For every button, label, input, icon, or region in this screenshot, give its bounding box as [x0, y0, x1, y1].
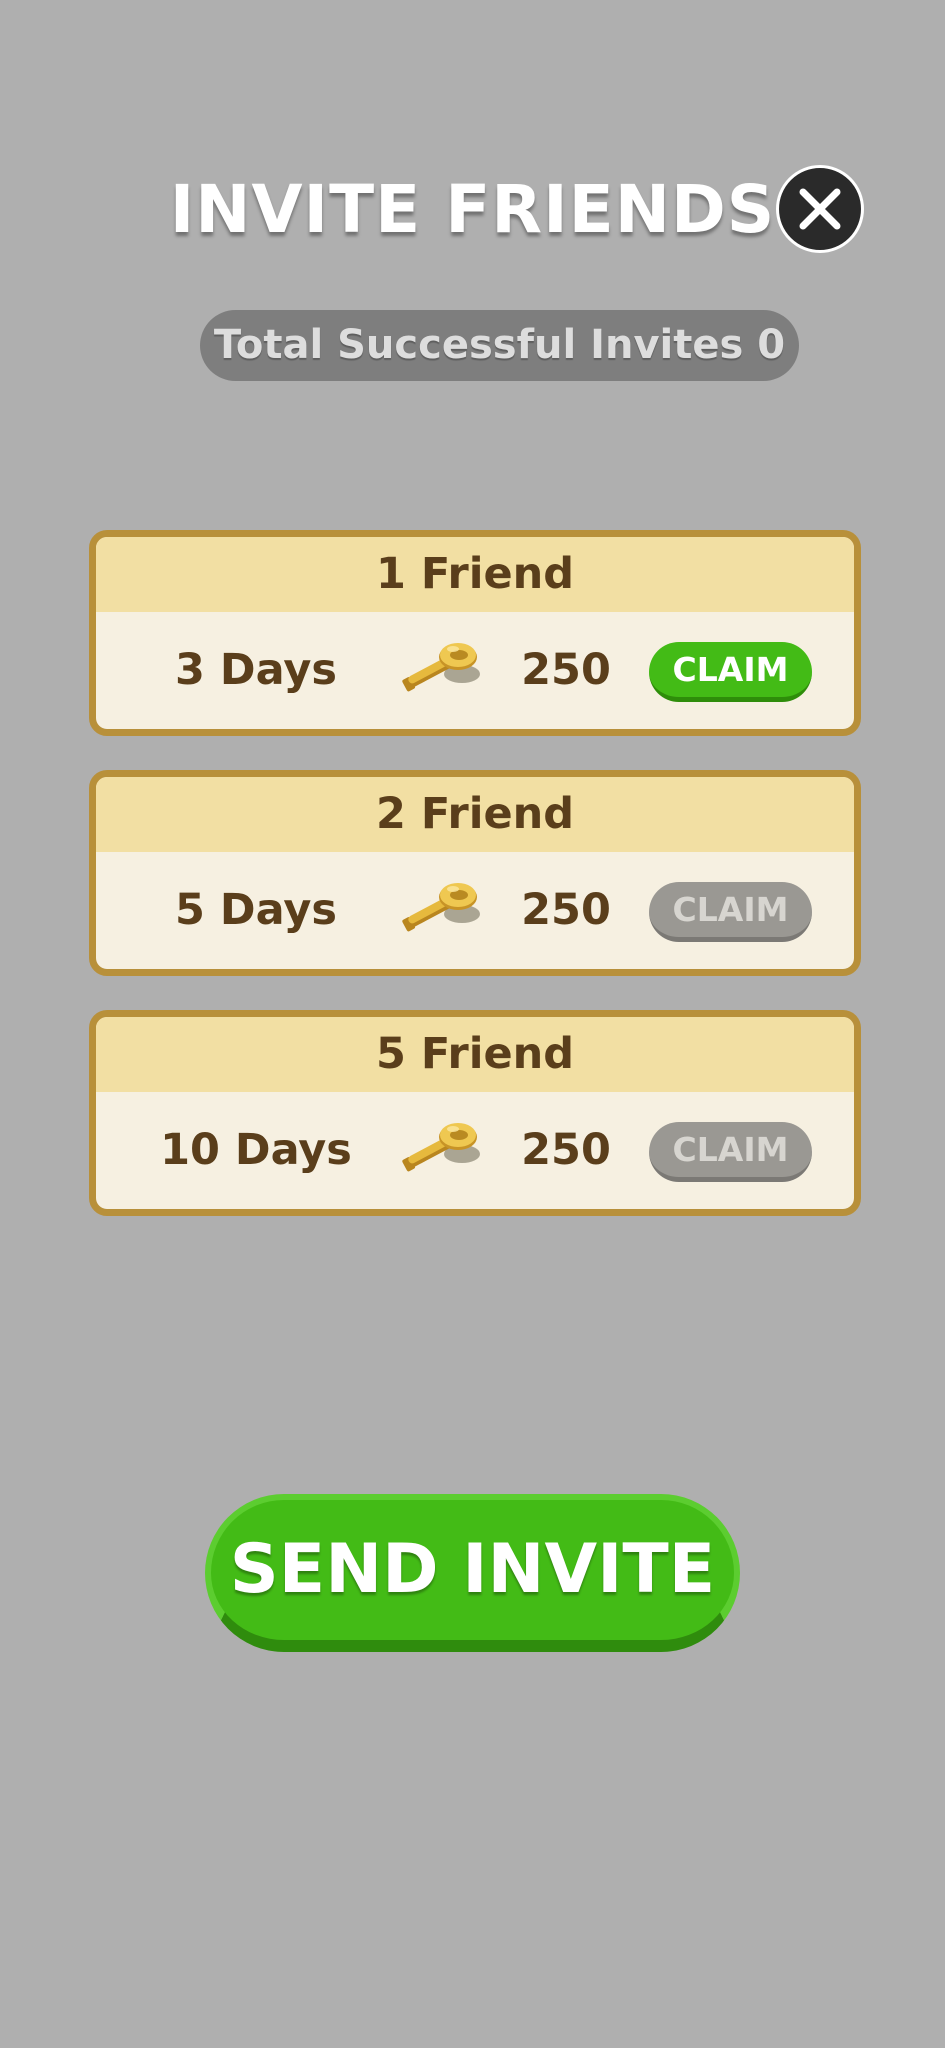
send-invite-button[interactable]: SEND INVITE — [205, 1494, 740, 1652]
close-button[interactable] — [776, 165, 864, 253]
reward-card-body: 10 Days 250 CLAIM — [96, 1092, 854, 1209]
claim-button[interactable]: CLAIM — [649, 642, 812, 702]
reward-amount: 250 — [521, 885, 611, 935]
reward-card-title: 2 Friend — [96, 777, 854, 852]
key-icon — [402, 1123, 480, 1172]
reward-card: 2 Friend 5 Days 250 CLAIM — [89, 770, 861, 976]
reward-card: 5 Friend 10 Days 250 CLAIM — [89, 1010, 861, 1216]
key-icon — [402, 883, 480, 932]
reward-days: 3 Days — [175, 645, 337, 695]
claim-button[interactable]: CLAIM — [649, 882, 812, 942]
close-icon — [799, 188, 841, 230]
reward-card-body: 3 Days 250 CLAIM — [96, 612, 854, 729]
key-icon — [402, 643, 480, 692]
reward-amount: 250 — [521, 645, 611, 695]
reward-card-title: 5 Friend — [96, 1017, 854, 1092]
reward-days: 5 Days — [175, 885, 337, 935]
reward-days: 10 Days — [160, 1125, 352, 1175]
reward-card-body: 5 Days 250 CLAIM — [96, 852, 854, 969]
claim-button[interactable]: CLAIM — [649, 1122, 812, 1182]
total-invites-badge: Total Successful Invites 0 — [200, 310, 799, 381]
reward-amount: 250 — [521, 1125, 611, 1175]
reward-card: 1 Friend 3 Days 250 CLAIM — [89, 530, 861, 736]
reward-card-title: 1 Friend — [96, 537, 854, 612]
